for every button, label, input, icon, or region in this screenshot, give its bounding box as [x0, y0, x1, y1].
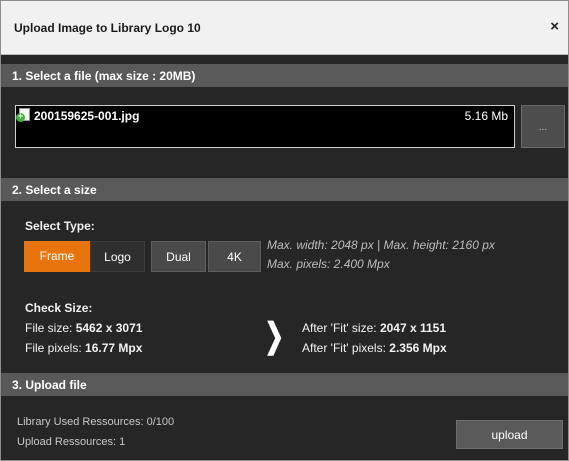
- file-name: 200159625-001.jpg: [34, 109, 140, 123]
- max-pixels-info: Max. pixels: 2.400 Mpx: [267, 257, 390, 271]
- dialog-title: Upload Image to Library Logo 10: [14, 21, 201, 35]
- file-size-stat: File size: 5462 x 3071: [25, 321, 142, 335]
- section-select-file-title: 1. Select a file (max size : 20MB): [12, 69, 196, 83]
- type-4k-button[interactable]: 4K: [208, 241, 261, 272]
- fit-size-stat: After 'Fit' size: 2047 x 1151: [302, 321, 446, 335]
- fit-pixels-stat: After 'Fit' pixels: 2.356 Mpx: [302, 341, 447, 355]
- close-icon[interactable]: ×: [550, 19, 559, 34]
- section-upload-title: 3. Upload file: [12, 378, 87, 392]
- fit-size-label: After 'Fit' size:: [302, 321, 377, 335]
- selected-file-field[interactable]: 200159625-001.jpg 5.16 Mb: [15, 105, 515, 148]
- fit-size-value: 2047 x 1151: [379, 321, 447, 335]
- max-dimensions-info: Max. width: 2048 px | Max. height: 2160 …: [267, 238, 495, 252]
- file-size-label: File size:: [25, 321, 73, 335]
- select-type-label: Select Type:: [25, 219, 95, 233]
- section-select-size-title: 2. Select a size: [12, 183, 97, 197]
- fit-pixels-value: 2.356 Mpx: [389, 341, 447, 355]
- upload-resources: Upload Ressources: 1: [17, 436, 126, 448]
- dialog-titlebar: Upload Image to Library Logo 10 ×: [1, 1, 568, 55]
- section-upload-header: 3. Upload file: [1, 373, 568, 396]
- upload-button[interactable]: upload: [456, 420, 563, 449]
- upload-dialog: Upload Image to Library Logo 10 × 1. Sel…: [0, 0, 569, 461]
- check-size-label: Check Size:: [25, 301, 93, 315]
- file-size: 5.16 Mb: [464, 109, 508, 123]
- file-pixels-stat: File pixels: 16.77 Mpx: [25, 341, 142, 355]
- type-frame-button[interactable]: Frame: [24, 241, 90, 272]
- image-file-add-icon: [16, 108, 30, 122]
- chevron-right-icon: ❯: [264, 317, 285, 355]
- section-select-file-header: 1. Select a file (max size : 20MB): [1, 64, 568, 87]
- type-dual-button[interactable]: Dual: [151, 241, 206, 272]
- section-select-size-header: 2. Select a size: [1, 178, 568, 201]
- library-used-resources: Library Used Ressources: 0/100: [17, 416, 175, 428]
- file-pixels-value: 16.77 Mpx: [85, 341, 143, 355]
- browse-file-button[interactable]: ...: [521, 105, 565, 148]
- fit-pixels-label: After 'Fit' pixels:: [302, 341, 386, 355]
- type-logo-button[interactable]: Logo: [90, 241, 145, 272]
- file-pixels-label: File pixels:: [25, 341, 82, 355]
- file-size-value: 5462 x 3071: [75, 321, 143, 335]
